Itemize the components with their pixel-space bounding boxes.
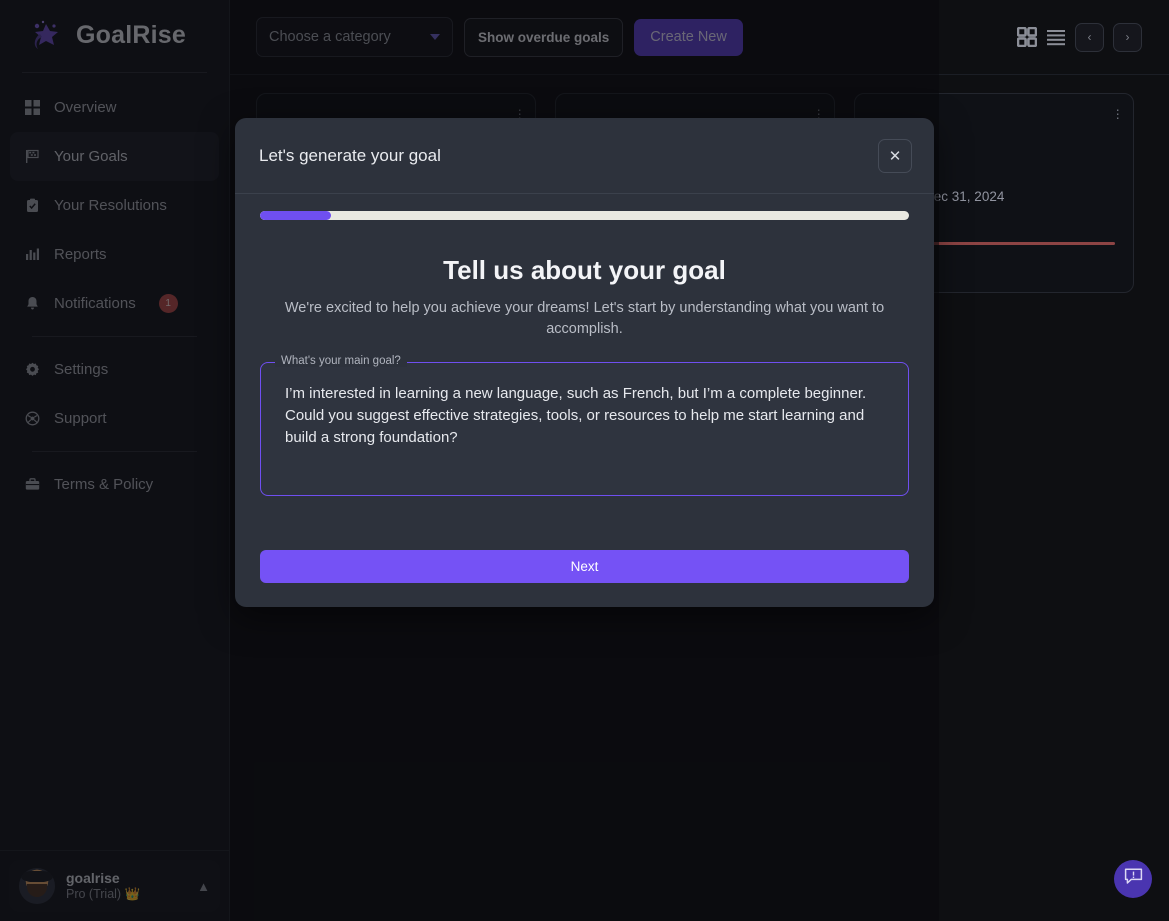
feedback-chat-icon: [1124, 867, 1143, 891]
grid-view-icon[interactable]: [1016, 26, 1038, 48]
modal-title: Let's generate your goal: [259, 145, 441, 165]
modal-body: Tell us about your goal We're excited to…: [235, 194, 934, 496]
next-page-button[interactable]: ›: [1113, 22, 1142, 52]
list-view-icon[interactable]: [1046, 27, 1066, 47]
step-subtitle: We're excited to help you achieve your d…: [284, 300, 885, 337]
next-button[interactable]: Next: [260, 550, 909, 583]
more-vertical-icon[interactable]: ···: [1115, 102, 1120, 124]
step-progress-bar: [260, 211, 909, 220]
toolbar-right: ‹ ›: [1016, 22, 1142, 52]
main-goal-field[interactable]: What's your main goal? I’m interested in…: [260, 355, 909, 496]
step-progress-fill: [260, 211, 332, 220]
modal-header: Let's generate your goal ✕: [235, 118, 934, 194]
feedback-button[interactable]: [1114, 860, 1152, 898]
main-goal-label: What's your main goal?: [275, 355, 407, 367]
generate-goal-modal: Let's generate your goal ✕ Tell us about…: [235, 118, 934, 607]
main-goal-input[interactable]: I’m interested in learning a new languag…: [285, 383, 884, 449]
close-icon[interactable]: ✕: [878, 138, 912, 173]
prev-page-button[interactable]: ‹: [1075, 22, 1104, 52]
app-root: GoalRise Overview Your Goals Your Re: [0, 0, 1169, 921]
step-title: Tell us about your goal: [443, 255, 726, 285]
modal-footer: Next: [235, 550, 934, 607]
